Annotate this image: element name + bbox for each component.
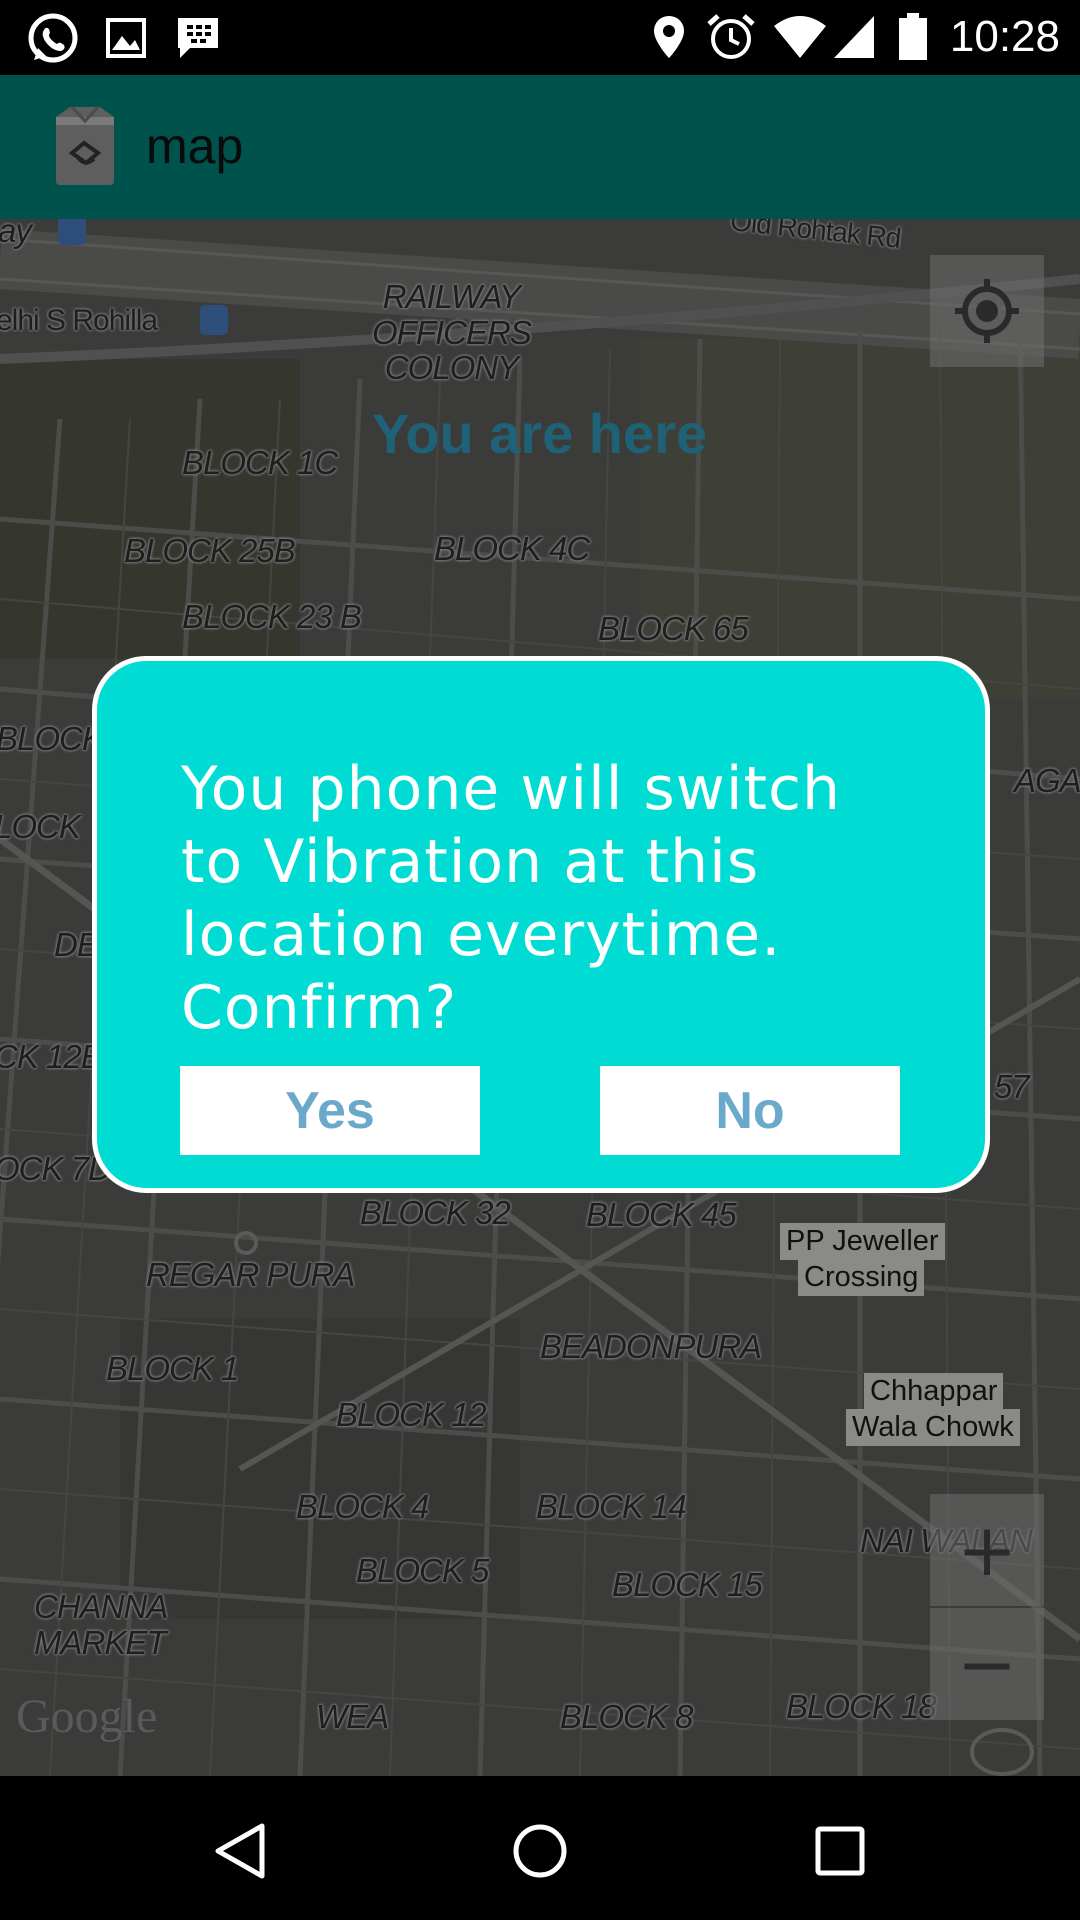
zoom-out-button[interactable]: − [930,1608,1044,1720]
map-label: BLOCK 23 B [182,598,362,635]
zoom-in-button[interactable]: + [930,1494,1044,1606]
app-title: map [146,118,244,174]
map-label: BLOCK [0,720,104,757]
bbm-icon [178,18,218,58]
map-label: BLOCK 1 [106,1350,239,1387]
map-label: AGAR [1014,762,1080,799]
place-label: Wala Chowk [846,1409,1020,1446]
action-bar: map [0,75,1080,219]
map-label: REGAR PURA [146,1256,355,1293]
clock: 10:28 [949,12,1060,61]
place-label: Crossing [798,1259,925,1296]
crosshair-icon [955,279,1019,343]
map-label: BLOCK 18 [786,1688,937,1725]
app-box-icon[interactable] [50,103,120,187]
wifi-icon [774,16,826,58]
map-label: LOCK [0,808,81,845]
home-button[interactable] [490,1806,590,1896]
map-label: CHANNA MARKET [34,1588,168,1661]
map-label: BLOCK 12 [336,1396,487,1433]
google-logo: Google [16,1690,158,1743]
map-label: BLOCK 14 [536,1488,687,1525]
home-icon [513,1824,567,1878]
battery-icon [899,13,927,60]
map-label: BEADONPURA [540,1328,762,1365]
confirm-dialog: You phone will switch to Vibration at th… [92,656,990,1193]
back-icon [215,1823,265,1879]
map-label: BLOCK 8 [560,1698,693,1735]
place-label: Chhappar [864,1373,1004,1410]
back-button[interactable] [190,1806,290,1896]
recents-icon [815,1826,865,1876]
whatsapp-icon [28,13,78,63]
map-label: BLOCK 4C [434,530,590,567]
map-label: BLOCK 45 [586,1196,737,1233]
map-label: BLOCK 65 [598,610,749,647]
recents-button[interactable] [790,1806,890,1896]
yes-button[interactable]: Yes [180,1066,480,1155]
status-bar: 10:28 [0,0,1080,75]
map-label: BLOCK 4 [296,1488,429,1525]
signal-icon [834,16,874,58]
map-label: 57 [994,1068,1030,1105]
gallery-icon [106,18,146,58]
no-button[interactable]: No [600,1066,900,1155]
my-location-button[interactable] [930,255,1044,367]
map-label: BLOCK 25B [124,532,296,569]
location-icon [654,16,684,58]
minus-icon: − [956,1622,1018,1706]
map-label: BLOCK 1C [182,444,338,481]
alarm-icon [707,14,755,59]
place-label: PP Jeweller [780,1223,945,1260]
map-label: elhi S Rohilla [0,304,158,337]
map-label: CK 12E [0,1038,103,1075]
plus-icon: + [956,1508,1018,1592]
dialog-message: You phone will switch to Vibration at th… [181,754,842,1043]
map-label: BLOCK 32 [360,1194,511,1231]
map-label: BLOCK 5 [356,1552,489,1589]
map-label: ay [0,219,32,249]
map-label: WEA [316,1698,389,1735]
navigation-bar [0,1776,1080,1920]
map-label: RAILWAY OFFICERS COLONY [372,278,532,387]
map-label: BLOCK 15 [612,1566,763,1603]
you-are-here-label: You are here [372,402,708,465]
